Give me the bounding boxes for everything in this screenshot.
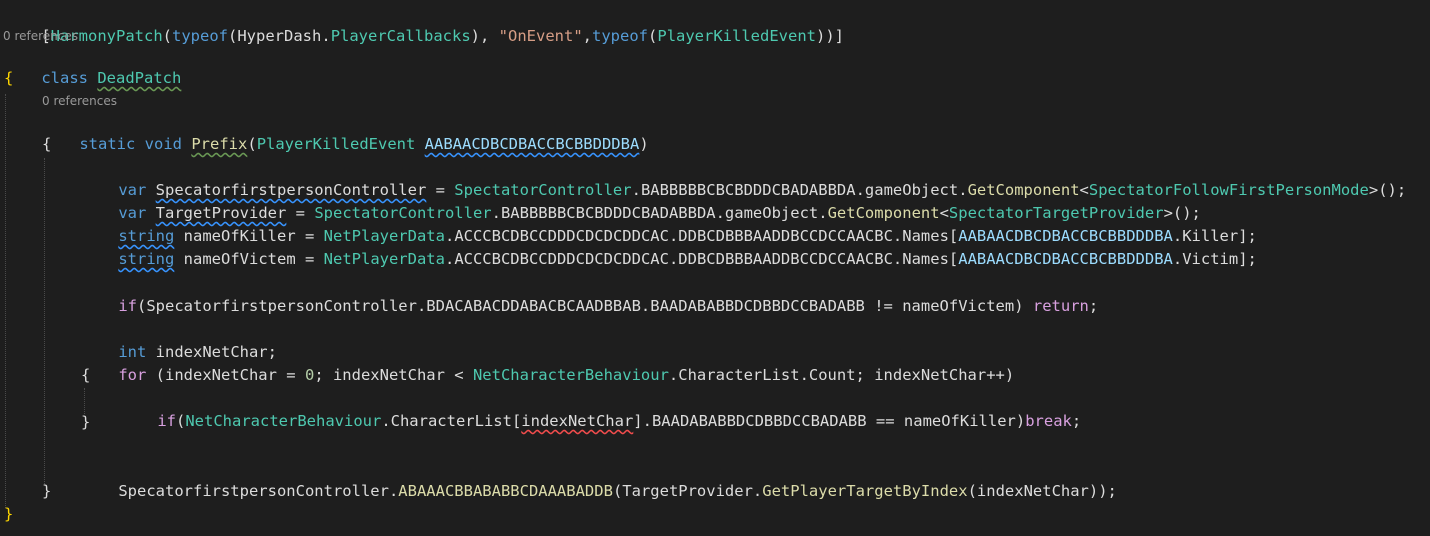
code-token: static — [79, 135, 136, 153]
code-line-string-name-of-killer[interactable]: string nameOfKiller = NetPlayerData.ACCC… — [81, 202, 1257, 245]
code-token: PlayerKilledEvent — [657, 27, 816, 45]
code-line-method[interactable]: static void Prefix(PlayerKilledEvent AAB… — [42, 110, 648, 153]
indent-guide-method — [44, 158, 45, 484]
code-token: nameOfVictem — [183, 250, 296, 268]
code-token: ABAAACBBABABBCDAAABADDB — [398, 482, 613, 500]
code-token: void — [144, 135, 182, 153]
code-token: ; indexNetChar < — [314, 366, 473, 384]
code-token: { — [42, 135, 52, 153]
code-token: AABAACDBCDBACCBCBBDDDBA — [424, 135, 640, 153]
code-token: . — [321, 27, 331, 45]
code-line-string-name-of-victim[interactable]: string nameOfVictem = NetPlayerData.ACCC… — [81, 225, 1257, 268]
code-line-for[interactable]: for (indexNetChar = 0; indexNetChar < Ne… — [81, 341, 1014, 384]
code-token: ))] — [816, 27, 844, 45]
code-token: ( — [176, 412, 186, 430]
code-line-var-target-provider[interactable]: var TargetProvider = SpectatorController… — [81, 179, 1201, 222]
code-token: . — [388, 482, 399, 500]
code-line-brace[interactable]: } — [42, 480, 51, 503]
code-token: ) — [639, 135, 649, 153]
code-token: SpecatorfirstpersonController.BDACABACDD… — [146, 297, 1033, 315]
code-line-brace[interactable]: } — [4, 503, 13, 526]
code-line-brace[interactable]: { — [81, 364, 90, 387]
code-token: (indexNetChar = — [146, 366, 305, 384]
code-line-class[interactable]: class DeadPatch — [4, 44, 181, 87]
code-token: ), — [470, 27, 499, 45]
code-token: string — [118, 250, 175, 268]
indent-guide-class — [5, 94, 6, 508]
code-token: .CharacterList.Count; indexNetChar++) — [668, 366, 1015, 384]
code-token: .Victim]; — [1172, 250, 1257, 268]
codelens-references[interactable]: 0 references — [3, 28, 78, 44]
code-token: } — [81, 413, 91, 431]
code-token: ; — [1088, 297, 1099, 315]
code-token: (indexNetChar)); — [967, 482, 1117, 500]
code-editor[interactable]: [HarmonyPatch(typeof(HyperDash.PlayerCal… — [0, 0, 1430, 536]
code-token: typeof — [592, 27, 649, 45]
code-line-set-target[interactable]: SpecatorfirstpersonController.ABAAACBBAB… — [81, 457, 1117, 500]
code-token: NetPlayerData — [323, 250, 445, 268]
code-token: HyperDash — [237, 27, 322, 45]
code-token: .CharacterList[ — [381, 412, 522, 430]
code-token: TargetProvider. — [622, 482, 763, 500]
code-token: ( — [137, 297, 147, 315]
code-token: break — [1025, 412, 1072, 430]
code-token: AABAACDBCDBACCBCBBDDDBA — [958, 250, 1173, 268]
code-token: ].BAADABABBDCDBBDCCBADABB == nameOfKille… — [633, 412, 1026, 430]
code-token: NetCharacterBehaviour — [185, 412, 382, 430]
code-token: ( — [228, 27, 238, 45]
code-token: if — [118, 297, 137, 315]
code-token: ( — [247, 135, 257, 153]
code-token: } — [4, 505, 14, 523]
code-token: >(); — [1368, 181, 1407, 199]
code-line-if-victim[interactable]: if(SpecatorfirstpersonController.BDACABA… — [81, 272, 1098, 315]
code-token: { — [4, 69, 14, 87]
code-token: } — [42, 482, 52, 500]
code-line-brace[interactable]: { — [42, 133, 51, 156]
code-token: ( — [162, 27, 172, 45]
code-line-attribute[interactable]: [HarmonyPatch(typeof(HyperDash.PlayerCal… — [4, 2, 844, 45]
code-token: { — [81, 366, 91, 384]
code-token: indexNetChar — [521, 412, 634, 430]
code-token: GetPlayerTargetByIndex — [762, 482, 968, 500]
code-token: PlayerKilledEvent — [256, 135, 416, 153]
code-token: ( — [612, 482, 623, 500]
code-token: , — [582, 27, 593, 45]
code-token: NetCharacterBehaviour — [472, 366, 669, 384]
code-token: PlayerCallbacks — [330, 27, 471, 45]
code-token: = — [295, 250, 324, 268]
code-token: SpecatorfirstpersonController — [118, 482, 389, 500]
code-token: typeof — [172, 27, 228, 45]
code-token: "OnEvent" — [498, 27, 583, 45]
code-token: 0 — [304, 366, 315, 384]
code-line-brace[interactable]: { — [4, 67, 13, 90]
code-token: if — [157, 412, 176, 430]
code-token: Prefix — [191, 135, 248, 153]
code-token: ; — [1071, 412, 1082, 430]
codelens-references[interactable]: 0 references — [42, 93, 117, 109]
code-token: for — [118, 366, 147, 384]
code-token: DeadPatch — [97, 69, 182, 87]
code-line-int-decl[interactable]: int indexNetChar; — [81, 318, 277, 361]
code-token: .ACCCBCDBCCDDDCDCDCDDCAC.DDBCDBBBAADDBCC… — [444, 250, 959, 268]
code-token: ( — [648, 27, 658, 45]
code-line-if-killer[interactable]: if(NetCharacterBehaviour.CharacterList[i… — [120, 387, 1081, 430]
code-line-var-spectator-controller[interactable]: var SpecatorfirstpersonController = Spec… — [81, 156, 1406, 199]
code-token: class — [41, 69, 88, 87]
code-line-brace[interactable]: } — [81, 411, 90, 434]
code-token: return — [1032, 297, 1089, 315]
